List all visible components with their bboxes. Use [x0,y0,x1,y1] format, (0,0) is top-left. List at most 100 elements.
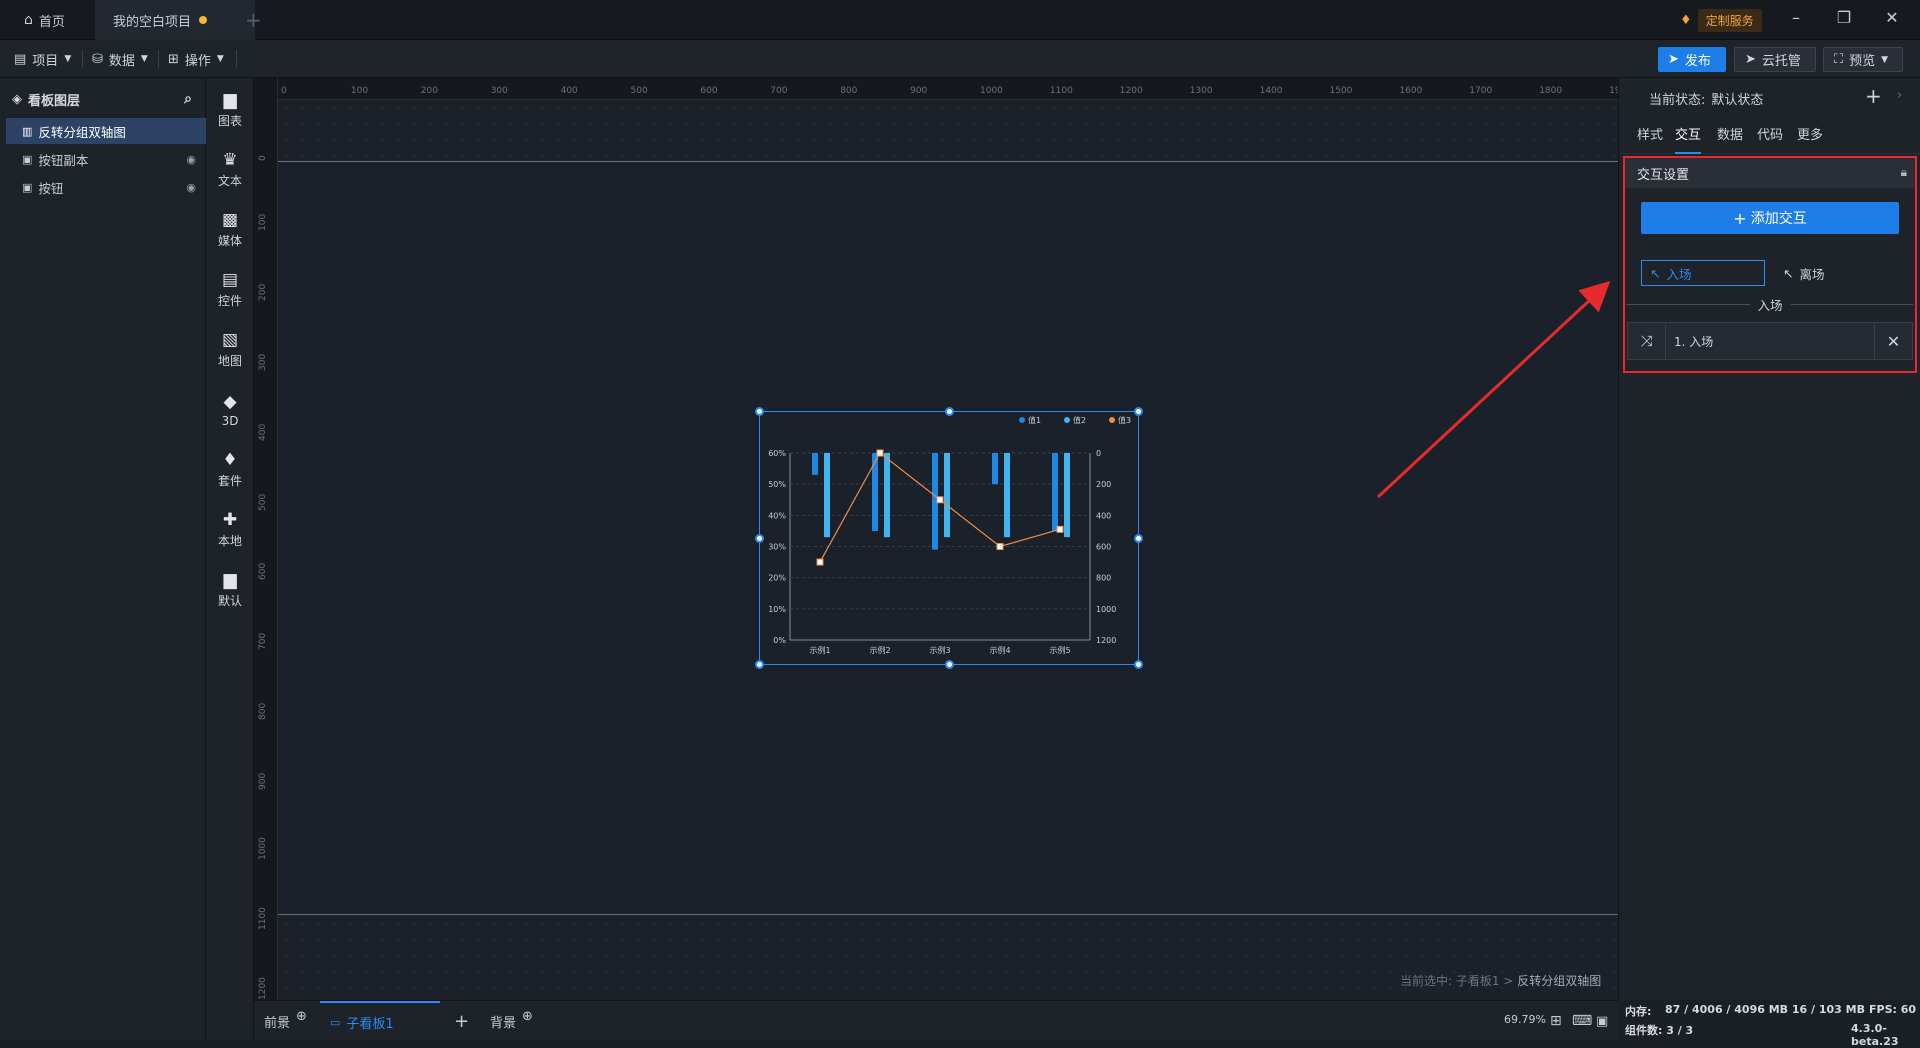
tab-data[interactable]: 数据 [1717,118,1743,154]
component-count: 组件数: 3 / 3 [1625,1024,1694,1037]
component-label: 媒体 [217,234,242,248]
line-point [1056,525,1064,533]
ruler-tick-label: 0 [281,86,287,96]
layer-item-button[interactable]: ▣ 按钮 ◉ [6,174,206,200]
menu-operate[interactable]: ⊞ 操作 ▼ [168,40,224,78]
component-media[interactable]: ▩ 媒体 [206,202,254,258]
legend-marker [1019,417,1025,423]
resize-handle[interactable] [1134,407,1143,416]
tab-code[interactable]: 代码 [1757,118,1783,154]
add-tab-icon[interactable]: + [245,8,262,32]
memory-value: 87 / 4006 / 4096 MB 16 / 103 MB [1665,1003,1865,1016]
menu-project[interactable]: ▤ 项目 ▼ [14,40,71,78]
resize-handle[interactable] [945,660,954,669]
layer-item-button-copy[interactable]: ▣ 按钮副本 ◉ [6,146,206,172]
component-map[interactable]: ▧ 地图 [206,322,254,378]
ruler-tick-label: 1000 [258,837,268,860]
menu-project-label: 项目 [32,53,59,69]
resize-handle[interactable] [945,407,954,416]
component-3d[interactable]: ◆ 3D [206,382,254,438]
chevron-down-icon: ▼ [64,54,72,64]
zoom-level[interactable]: 69.79% [1504,1013,1546,1026]
cloud-host-button[interactable]: ➤ 云托管 [1734,47,1816,72]
ruler-tick-label: 900 [258,772,268,791]
ruler-tick-label: 1000 [980,86,1003,96]
tab-foreground[interactable]: 前景 ⊕ [264,1001,307,1041]
shuffle-icon[interactable]: ⤨ [1628,323,1666,359]
hidden-eye-icon[interactable]: ◉ [186,153,196,166]
y-right-tick-label: 0 [1096,449,1101,458]
close-icon[interactable]: ✕ [1880,8,1904,27]
layer-item-chart[interactable]: ▥ 反转分组双轴图 [6,118,206,144]
tab-project-label: 我的空白项目 [113,14,192,30]
tab-interaction[interactable]: 交互 [1675,118,1702,154]
y-left-tick-label: 30% [768,543,786,552]
chevron-down-icon: ▼ [216,54,224,64]
state-value[interactable]: 默认状态 [1711,89,1763,108]
y-left-tick-label: 20% [768,574,786,583]
resize-handle[interactable] [755,407,764,416]
bar-值1 [812,453,818,475]
layer-item-label: 按钮 [38,180,64,196]
y-left-tick-label: 50% [768,480,786,489]
component-text[interactable]: ♛ 文本 [206,142,254,198]
y-left-tick-label: 60% [768,449,786,458]
component-toolbar: ▆ 图表 ♛ 文本 ▩ 媒体 ▤ 控件 ▧ 地图 ◆ 3D ♦ 套件 ✚ 本地 ▆ 默认 [206,78,254,1040]
close-icon[interactable]: ✕ [1874,323,1912,359]
chart-widget[interactable]: 60% 50% 40% 30% 20% 10% 0% 0 200 400 600 800 1000 120… [755,407,1143,669]
restore-icon[interactable]: ❐ [1832,8,1856,27]
component-kit[interactable]: ♦ 套件 [206,442,254,498]
mode-leave-button[interactable]: ↖ 离场 [1775,260,1885,286]
resize-handle[interactable] [1134,660,1143,669]
tab-background[interactable]: 背景 ⊕ [490,1001,533,1041]
y-right-tick-label: 600 [1096,543,1111,552]
map-icon: ▧ [221,330,239,350]
layers-icon: ◈ [12,91,22,107]
terminal-icon[interactable]: ▣ [1596,1001,1608,1041]
tab-project[interactable]: 我的空白项目 [95,0,255,40]
custom-service[interactable]: ♦ 定制服务 [1680,8,1762,32]
ruler-tick-label: 200 [420,86,438,96]
section-divider: 入场 [1627,294,1914,314]
pointer-icon: ↖ [1783,265,1794,281]
add-interaction-button[interactable]: + 添加交互 [1641,202,1899,234]
tab-style[interactable]: 样式 [1637,118,1663,154]
control-icon: ▤ [221,270,239,290]
component-control[interactable]: ▤ 控件 [206,262,254,318]
menu-bar: ▤ 项目 ▼ ⛁ 数据 ▼ ⊞ 操作 ▼ ➤ 发布 ➤ 云托管 ⛶ 预览 ▼ [0,40,1920,78]
status-bar: 内存: 87 / 4006 / 4096 MB 16 / 103 MB FPS:… [1619,1000,1920,1048]
fit-screen-icon[interactable]: ⊞ [1550,1001,1562,1041]
menu-data[interactable]: ⛁ 数据 ▼ [92,40,148,78]
interaction-item[interactable]: ⤨ 1. 入场 ✕ [1627,322,1913,360]
layer-item-label: 反转分组双轴图 [38,124,126,140]
add-board-icon[interactable]: + [454,1001,469,1041]
button-icon: ▣ [22,152,33,166]
component-default[interactable]: ▆ 默认 [206,562,254,618]
tab-home[interactable]: ⌂ 首页 [6,0,94,40]
resize-handle[interactable] [755,534,764,543]
custom-service-button[interactable]: 定制服务 [1697,8,1762,32]
add-circle-icon[interactable]: ⊕ [522,1009,533,1024]
add-circle-icon[interactable]: ⊕ [296,1009,307,1024]
home-icon: ⌂ [24,12,33,28]
tab-more[interactable]: 更多 [1797,118,1823,154]
publish-button[interactable]: ➤ 发布 [1658,47,1726,72]
ruler-tick-label: 1200 [1119,86,1143,96]
mode-enter-button[interactable]: ↖ 入场 [1641,260,1765,286]
chevron-right-icon[interactable]: › [1897,88,1902,103]
tab-sub-board[interactable]: ▭ 子看板1 [320,1001,440,1041]
component-chart[interactable]: ▆ 图表 [206,82,254,138]
search-icon[interactable]: ⌕ [184,91,192,107]
hidden-eye-icon[interactable]: ◉ [186,181,196,194]
component-local[interactable]: ✚ 本地 [206,502,254,558]
layer-panel: ◈ 看板图层 ⌕ ▥ 反转分组双轴图 ▣ 按钮副本 ◉ ▣ 按钮 ◉ [0,78,206,1040]
ruler-tick-label: 1800 [1539,86,1563,96]
resize-handle[interactable] [755,660,764,669]
resize-handle[interactable] [1134,534,1143,543]
keyboard-icon[interactable]: ⌨ [1572,1001,1592,1041]
preview-button[interactable]: ⛶ 预览 ▼ [1823,47,1903,72]
add-state-icon[interactable]: + [1865,84,1882,108]
ruler-tick-label: 0 [258,155,268,161]
lock-icon[interactable]: 🔒︎ [1901,165,1907,180]
minimize-icon[interactable]: – [1784,8,1808,27]
